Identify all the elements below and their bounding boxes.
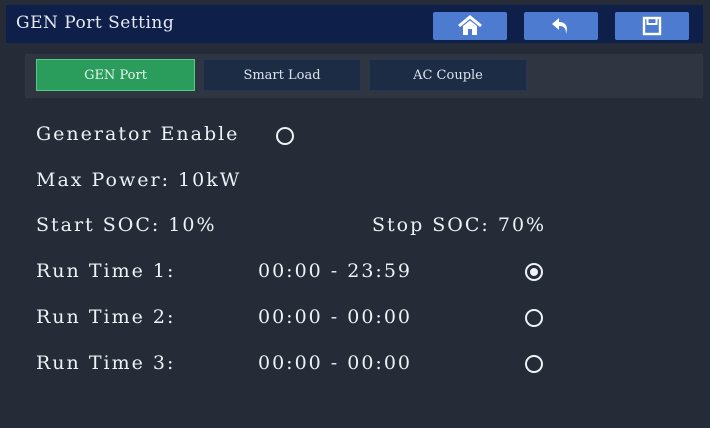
start-soc-setting[interactable]: Start SOC: 10%	[36, 214, 217, 236]
stop-soc-setting[interactable]: Stop SOC: 70%	[372, 214, 546, 236]
tab-ac-couple[interactable]: AC Couple	[369, 59, 527, 91]
tab-label: Smart Load	[243, 67, 321, 83]
save-button[interactable]	[615, 12, 689, 40]
run-time-1-radio[interactable]	[525, 263, 543, 281]
tab-label: AC Couple	[413, 67, 483, 83]
run-time-3-radio[interactable]	[525, 355, 543, 373]
run-time-2-radio[interactable]	[525, 309, 543, 327]
home-button[interactable]	[433, 12, 507, 40]
tab-bar: GEN Port Smart Load AC Couple	[25, 54, 703, 98]
run-time-1-label: Run Time 1:	[36, 260, 176, 282]
run-time-3-range[interactable]: 00:00 - 00:00	[258, 352, 412, 374]
back-arrow-icon	[552, 18, 567, 34]
page-title: GEN Port Setting	[16, 13, 175, 33]
save-icon	[642, 16, 662, 36]
run-time-2-range[interactable]: 00:00 - 00:00	[258, 306, 412, 328]
run-time-3-label: Run Time 3:	[36, 352, 176, 374]
run-time-2-label: Run Time 2:	[36, 306, 176, 328]
generator-enable-label: Generator Enable	[36, 123, 240, 145]
run-time-1-range[interactable]: 00:00 - 23:59	[258, 260, 412, 282]
home-icon	[458, 15, 482, 35]
tab-smart-load[interactable]: Smart Load	[203, 59, 361, 91]
max-power-setting[interactable]: Max Power: 10kW	[36, 169, 241, 191]
tab-label: GEN Port	[84, 67, 147, 83]
back-button[interactable]	[524, 12, 598, 40]
generator-enable-radio[interactable]	[276, 127, 294, 145]
title-bar: GEN Port Setting	[6, 5, 703, 43]
tab-gen-port[interactable]: GEN Port	[36, 59, 195, 91]
